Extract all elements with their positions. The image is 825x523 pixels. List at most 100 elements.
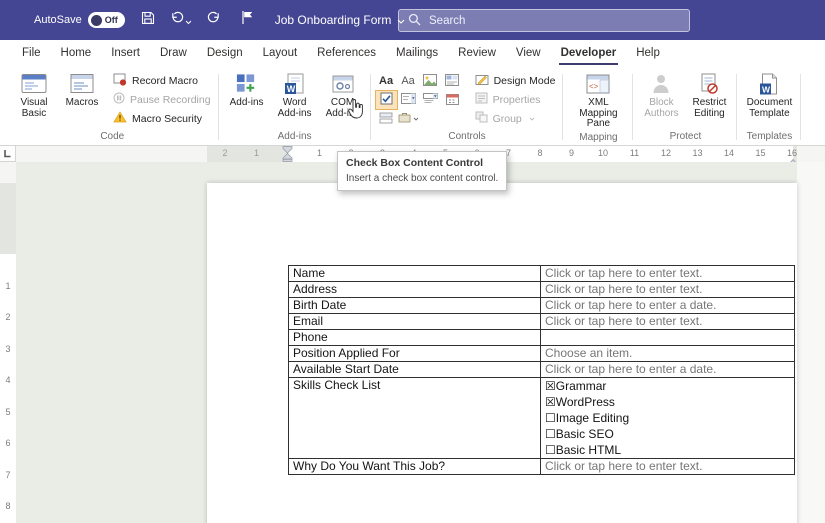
design-mode-button[interactable]: Design Mode: [472, 71, 559, 90]
picture-control-button[interactable]: [420, 72, 441, 90]
skills-checklist-cell: ☒Grammar☒WordPress☐Image Editing☐Basic S…: [541, 378, 795, 459]
v-ruler-number: 7: [0, 470, 16, 480]
word-add-ins-button[interactable]: W Word Add-ins: [272, 69, 318, 119]
checkbox-control-item[interactable]: ☐Image Editing: [545, 410, 790, 426]
tooltip-description: Insert a check box content control.: [346, 173, 498, 184]
group-button[interactable]: Group: [472, 109, 559, 128]
tab-file[interactable]: File: [12, 41, 51, 66]
block-authors-button[interactable]: Block Authors: [638, 69, 684, 119]
search-box[interactable]: Search: [398, 9, 690, 32]
svg-text:W: W: [286, 83, 295, 93]
checkbox-control-item[interactable]: ☒WordPress: [545, 394, 790, 410]
building-block-gallery-button[interactable]: [442, 72, 463, 90]
button-label: Block Authors: [638, 98, 684, 119]
redo-icon: [206, 10, 221, 30]
undo-icon: [170, 10, 185, 30]
group-label-controls: Controls: [376, 129, 559, 145]
xml-mapping-pane-button[interactable]: <> XML Mapping Pane: [568, 69, 628, 130]
toggle-knob-icon: [91, 15, 102, 26]
tab-mailings[interactable]: Mailings: [386, 41, 448, 66]
checkbox-control-item[interactable]: ☐Basic HTML: [545, 442, 790, 458]
add-ins-icon: [235, 72, 258, 95]
drop-down-list-control-button[interactable]: [420, 91, 441, 109]
ribbon-group-addins: Add-ins W Word Add-ins COM Add-ins Add-i…: [219, 69, 371, 145]
content-control-placeholder[interactable]: Click or tap here to enter text.: [541, 459, 795, 475]
ribbon-group-controls: Aa Aa: [371, 69, 564, 145]
checkbox-control-item[interactable]: ☐Basic SEO: [545, 426, 790, 442]
v-ruler-number: 1: [0, 281, 16, 291]
undo-button[interactable]: [171, 10, 191, 30]
tab-home[interactable]: Home: [51, 41, 102, 66]
macro-security-button[interactable]: Macro Security: [110, 109, 214, 128]
restrict-editing-button[interactable]: Restrict Editing: [686, 69, 732, 119]
tab-draw[interactable]: Draw: [150, 41, 197, 66]
visual-basic-button[interactable]: Visual Basic: [11, 69, 57, 119]
content-control-placeholder[interactable]: Click or tap here to enter text.: [541, 314, 795, 330]
autosave-switch[interactable]: Off: [88, 12, 125, 28]
content-control-placeholder[interactable]: Click or tap here to enter a date.: [541, 298, 795, 314]
tab-review[interactable]: Review: [448, 41, 506, 66]
document-page[interactable]: NameClick or tap here to enter text.Addr…: [207, 183, 797, 523]
empty-field-cell[interactable]: [541, 330, 795, 346]
h-ruler-number: 16: [787, 148, 797, 158]
h-ruler-margin-number: 2: [222, 148, 227, 158]
svg-text:<>: <>: [589, 82, 599, 91]
tab-insert[interactable]: Insert: [101, 41, 150, 66]
chevron-down-icon: [185, 12, 192, 30]
chevron-down-icon: [413, 117, 419, 121]
record-macro-button[interactable]: Record Macro: [110, 71, 214, 90]
tab-design[interactable]: Design: [197, 41, 253, 66]
com-add-ins-button[interactable]: COM Add-ins: [320, 69, 366, 119]
autosave-state: Off: [105, 15, 118, 25]
v-ruler-number: 6: [0, 438, 16, 448]
vertical-ruler[interactable]: 12345678: [0, 162, 16, 523]
check-box-control-button[interactable]: [376, 91, 397, 109]
tab-references[interactable]: References: [307, 41, 386, 66]
quick-access-flag-button[interactable]: [237, 10, 257, 30]
plain-text-control-button[interactable]: Aa: [398, 72, 419, 90]
pause-recording-button[interactable]: Pause Recording: [110, 90, 214, 109]
repeating-section-control-button[interactable]: [376, 110, 397, 128]
h-ruler-number: 8: [537, 148, 542, 158]
save-button[interactable]: [138, 10, 158, 30]
tab-developer[interactable]: Developer: [551, 41, 627, 66]
group-objects-icon: [475, 111, 488, 126]
field-label: Email: [289, 314, 541, 330]
table-row: NameClick or tap here to enter text.: [289, 266, 795, 282]
content-control-placeholder[interactable]: Click or tap here to enter text.: [541, 282, 795, 298]
combo-box-control-button[interactable]: [398, 91, 419, 109]
button-label: COM Add-ins: [320, 98, 366, 119]
legacy-tools-button[interactable]: [398, 110, 419, 128]
properties-button[interactable]: Properties: [472, 90, 559, 109]
macros-button[interactable]: Macros: [59, 69, 105, 109]
date-picker-control-button[interactable]: [442, 91, 463, 109]
table-row: Position Applied ForChoose an item.: [289, 346, 795, 362]
redo-button[interactable]: [204, 10, 224, 30]
button-label: Macro Security: [132, 113, 202, 125]
tab-help[interactable]: Help: [626, 41, 670, 66]
tooltip: Check Box Content Control Insert a check…: [337, 151, 507, 191]
autosave-label: AutoSave: [34, 14, 82, 26]
field-label: Name: [289, 266, 541, 282]
checkbox-control-item[interactable]: ☒Grammar: [545, 378, 790, 394]
combo-box-icon: [401, 93, 416, 107]
com-add-ins-icon: [332, 72, 354, 95]
ribbon-group-protect: Block Authors Restrict Editing Protect: [633, 69, 737, 145]
h-ruler-number: 1: [317, 148, 322, 158]
field-label: Available Start Date: [289, 362, 541, 378]
autosave-toggle[interactable]: AutoSave Off: [34, 12, 125, 28]
content-control-placeholder[interactable]: Click or tap here to enter a date.: [541, 362, 795, 378]
gallery-icon: [445, 74, 459, 89]
table-row: Why Do You Want This Job?Click or tap he…: [289, 459, 795, 475]
add-ins-button[interactable]: Add-ins: [224, 69, 270, 109]
tab-view[interactable]: View: [506, 41, 551, 66]
document-title-menu[interactable]: Job Onboarding Form: [275, 13, 406, 27]
content-control-placeholder[interactable]: Click or tap here to enter text.: [541, 266, 795, 282]
rich-text-control-button[interactable]: Aa: [376, 72, 397, 90]
legacy-tools-icon: [398, 112, 411, 126]
tab-layout[interactable]: Layout: [253, 41, 308, 66]
tab-stop-selector[interactable]: [0, 146, 16, 162]
content-control-placeholder[interactable]: Choose an item.: [541, 346, 795, 362]
restrict-editing-icon: [699, 72, 719, 95]
document-template-button[interactable]: W Document Template: [742, 69, 796, 119]
